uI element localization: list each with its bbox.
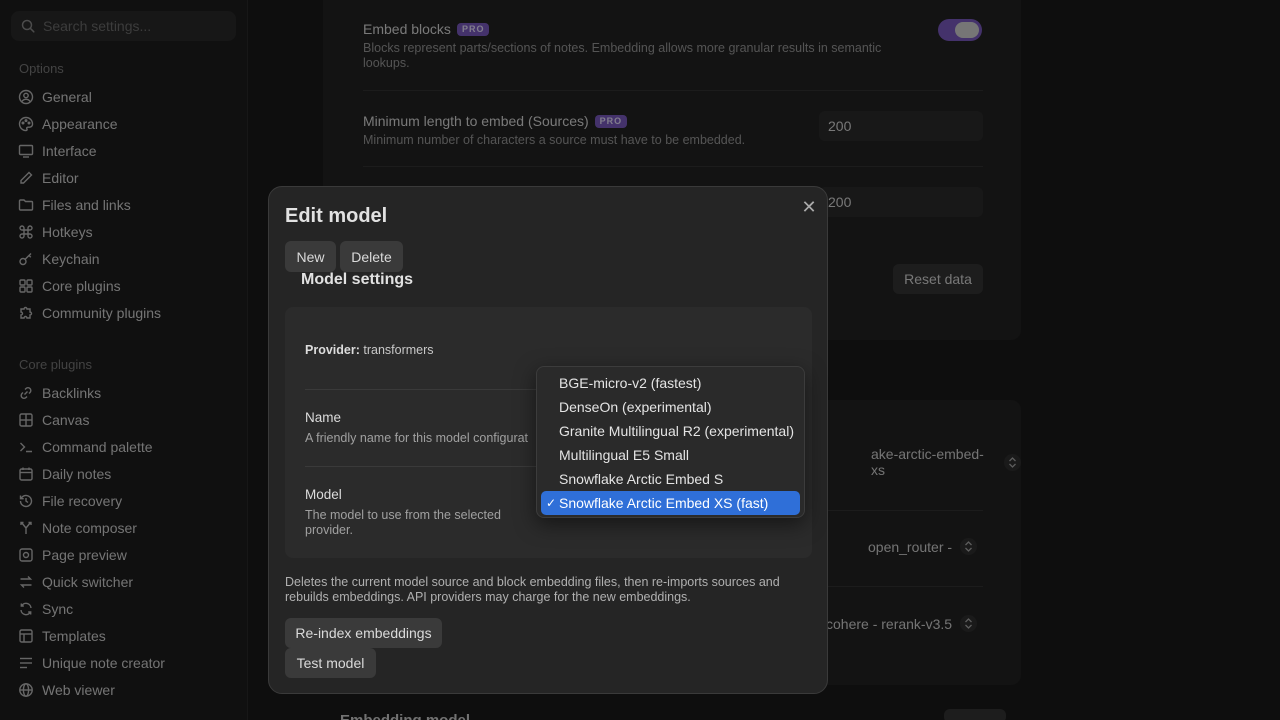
model-label: Model	[305, 487, 342, 502]
name-label: Name	[305, 410, 342, 425]
checkmark-icon: ✓	[546, 496, 557, 510]
dropdown-option[interactable]: Granite Multilingual R2 (experimental)	[541, 419, 800, 443]
modal-title: Edit model	[285, 205, 388, 227]
dropdown-option[interactable]: BGE-micro-v2 (fastest)	[541, 371, 800, 395]
delete-button[interactable]: Delete	[340, 241, 403, 272]
dropdown-option-selected[interactable]: ✓ Snowflake Arctic Embed XS (fast)	[541, 491, 800, 515]
name-description: A friendly name for this model configura…	[305, 431, 529, 445]
option-label: Multilingual E5 Small	[559, 447, 689, 463]
provider-value: transformers	[363, 343, 434, 357]
provider-row: Provider: transformers	[305, 343, 434, 357]
model-description: The model to use from the selected provi…	[305, 508, 501, 537]
test-model-button[interactable]: Test model	[285, 648, 376, 678]
option-label: Snowflake Arctic Embed XS (fast)	[559, 495, 769, 511]
model-dropdown-menu: BGE-micro-v2 (fastest) DenseOn (experime…	[536, 366, 805, 518]
close-icon[interactable]: ✕	[799, 197, 819, 217]
dropdown-option[interactable]: Snowflake Arctic Embed S	[541, 467, 800, 491]
provider-label: Provider:	[305, 343, 360, 357]
option-label: Granite Multilingual R2 (experimental)	[559, 423, 794, 439]
reindex-description: Deletes the current model source and blo…	[285, 575, 780, 604]
option-label: DenseOn (experimental)	[559, 399, 712, 415]
reindex-embeddings-button[interactable]: Re-index embeddings	[285, 618, 442, 648]
dropdown-option[interactable]: DenseOn (experimental)	[541, 395, 800, 419]
model-settings-title: Model settings	[301, 271, 414, 288]
option-label: BGE-micro-v2 (fastest)	[559, 375, 702, 391]
new-button[interactable]: New	[285, 241, 336, 272]
option-label: Snowflake Arctic Embed S	[559, 471, 724, 487]
dropdown-option[interactable]: Multilingual E5 Small	[541, 443, 800, 467]
